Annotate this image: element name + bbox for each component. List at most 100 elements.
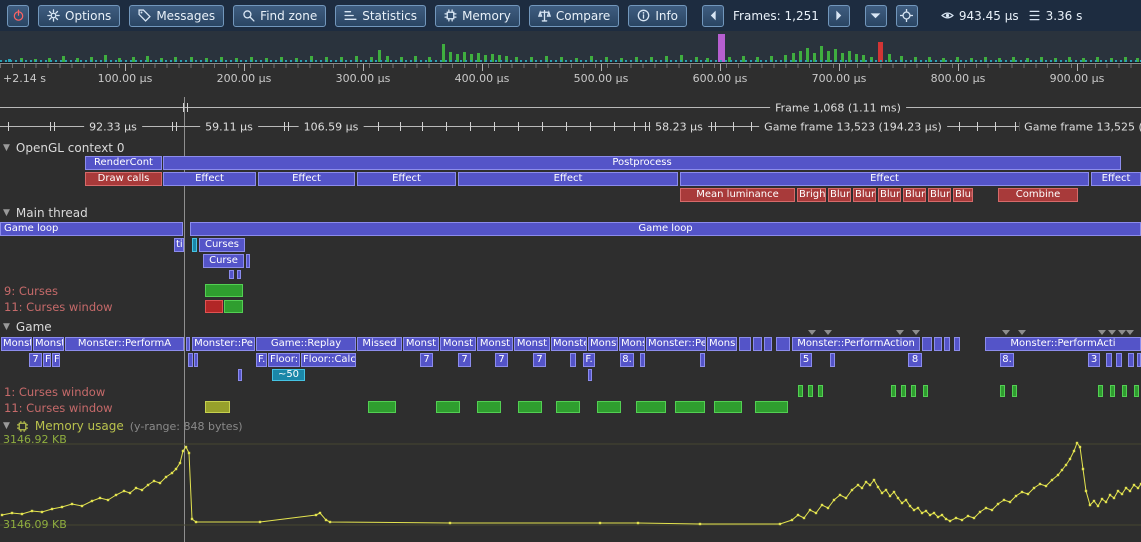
- frame-label[interactable]: 59.11 µs: [200, 120, 258, 133]
- histogram-bar[interactable]: [827, 51, 830, 62]
- next-frame-button[interactable]: [828, 5, 850, 27]
- collapsed-zones-marker[interactable]: [1108, 330, 1116, 335]
- zone[interactable]: [556, 401, 580, 413]
- histogram-bar[interactable]: [428, 57, 431, 62]
- histogram-bar[interactable]: [190, 57, 193, 62]
- zone[interactable]: 7: [495, 353, 508, 367]
- zone[interactable]: Monst: [440, 337, 476, 351]
- zone[interactable]: Game::Replay: [256, 337, 356, 351]
- histogram-bar[interactable]: [470, 54, 473, 62]
- zone[interactable]: [205, 284, 243, 297]
- histogram-bar[interactable]: [706, 58, 709, 62]
- zone[interactable]: Missed: [357, 337, 402, 351]
- collapse-arrow-icon[interactable]: ▼: [3, 143, 10, 153]
- histogram-bar[interactable]: [928, 57, 931, 62]
- zone[interactable]: [518, 401, 542, 413]
- histogram-bar[interactable]: [728, 57, 731, 62]
- zone[interactable]: [238, 369, 242, 381]
- collapsed-zones-marker[interactable]: [1002, 330, 1010, 335]
- histogram-bar[interactable]: [505, 56, 508, 62]
- track-label[interactable]: 1: Curses window: [4, 385, 105, 399]
- zone[interactable]: Monster::PerformA: [65, 337, 184, 351]
- histogram-bar[interactable]: [970, 58, 973, 62]
- frame-label[interactable]: 92.33 µs: [84, 120, 142, 133]
- histogram-bar[interactable]: [841, 53, 844, 62]
- histogram-bar[interactable]: [220, 57, 223, 62]
- zone[interactable]: ti: [174, 238, 184, 252]
- zone[interactable]: [830, 353, 835, 367]
- histogram-bar[interactable]: [370, 57, 373, 62]
- zone[interactable]: Mons: [619, 337, 645, 351]
- zone[interactable]: 5: [800, 353, 812, 367]
- zone[interactable]: [224, 300, 243, 313]
- zone[interactable]: [1122, 385, 1127, 397]
- zone[interactable]: [186, 337, 190, 351]
- section-header[interactable]: ▼Main thread: [3, 206, 88, 220]
- zone[interactable]: [922, 337, 932, 351]
- histogram-bar[interactable]: [1110, 58, 1113, 62]
- frame-label[interactable]: 58.23 µs: [650, 120, 708, 133]
- zone[interactable]: RenderCont: [85, 156, 162, 170]
- histogram-bar[interactable]: [870, 57, 873, 62]
- zone[interactable]: Blur: [903, 188, 926, 202]
- zone[interactable]: [911, 385, 916, 397]
- histogram-bar[interactable]: [90, 57, 93, 62]
- histogram-bar[interactable]: [665, 56, 668, 62]
- histogram-bar[interactable]: [48, 58, 51, 62]
- memory-usage-chart[interactable]: [0, 441, 1141, 529]
- zone[interactable]: F: [52, 353, 60, 367]
- zone[interactable]: [1106, 353, 1112, 367]
- histogram-bar[interactable]: [250, 57, 253, 62]
- histogram-bar[interactable]: [878, 42, 883, 62]
- collapse-arrow-icon[interactable]: ▼: [3, 322, 10, 332]
- zone[interactable]: Monst: [477, 337, 513, 351]
- zone[interactable]: ~50: [272, 369, 305, 381]
- histogram-bar[interactable]: [477, 53, 480, 62]
- zone[interactable]: [934, 337, 942, 351]
- zone[interactable]: [739, 337, 751, 351]
- zone[interactable]: [1012, 385, 1017, 397]
- section-header[interactable]: ▼Memory usage(y-range: 848 bytes): [3, 419, 243, 433]
- zone[interactable]: 7: [458, 353, 471, 367]
- histogram-bar[interactable]: [76, 58, 79, 62]
- histogram-bar[interactable]: [1082, 58, 1085, 62]
- collapse-arrow-icon[interactable]: ▼: [3, 208, 10, 218]
- histogram-bar[interactable]: [718, 34, 725, 62]
- histogram-bar[interactable]: [784, 55, 787, 62]
- histogram-bar[interactable]: [442, 44, 445, 62]
- histogram-bar[interactable]: [449, 52, 452, 62]
- zone[interactable]: [368, 401, 396, 413]
- zone[interactable]: Monste: [1, 337, 32, 351]
- histogram-bar[interactable]: [132, 57, 135, 62]
- zone[interactable]: 3: [1088, 353, 1100, 367]
- collapsed-zones-marker[interactable]: [824, 330, 832, 335]
- zone[interactable]: Blur: [828, 188, 851, 202]
- histogram-bar[interactable]: [378, 50, 381, 62]
- frame-histogram[interactable]: [0, 31, 1141, 63]
- histogram-bar[interactable]: [575, 58, 578, 62]
- zone[interactable]: [194, 353, 198, 367]
- histogram-bar[interactable]: [742, 56, 745, 62]
- zone[interactable]: Mons: [707, 337, 737, 351]
- track-label[interactable]: 9: Curses: [4, 284, 58, 298]
- histogram-bar[interactable]: [834, 49, 837, 62]
- zone[interactable]: Game loop: [0, 222, 183, 236]
- histogram-bar[interactable]: [695, 57, 698, 62]
- zone[interactable]: 8.: [1000, 353, 1014, 367]
- zone[interactable]: Monster::PerformActi: [985, 337, 1141, 351]
- collapsed-zones-marker[interactable]: [912, 330, 920, 335]
- histogram-bar[interactable]: [325, 57, 328, 62]
- histogram-bar[interactable]: [340, 57, 343, 62]
- histogram-bar[interactable]: [265, 58, 268, 62]
- zone[interactable]: Monster::Pe: [646, 337, 706, 351]
- histogram-bar[interactable]: [620, 58, 623, 62]
- histogram-bar[interactable]: [1124, 57, 1127, 62]
- zone[interactable]: Blur: [878, 188, 901, 202]
- histogram-bar[interactable]: [355, 56, 358, 62]
- zone[interactable]: Floor:: [268, 353, 300, 367]
- zone[interactable]: [436, 401, 460, 413]
- zone[interactable]: F.: [583, 353, 595, 367]
- zone[interactable]: Monster::PerformAction: [792, 337, 920, 351]
- zone[interactable]: [891, 385, 896, 397]
- frame-label[interactable]: 106.59 µs: [299, 120, 364, 133]
